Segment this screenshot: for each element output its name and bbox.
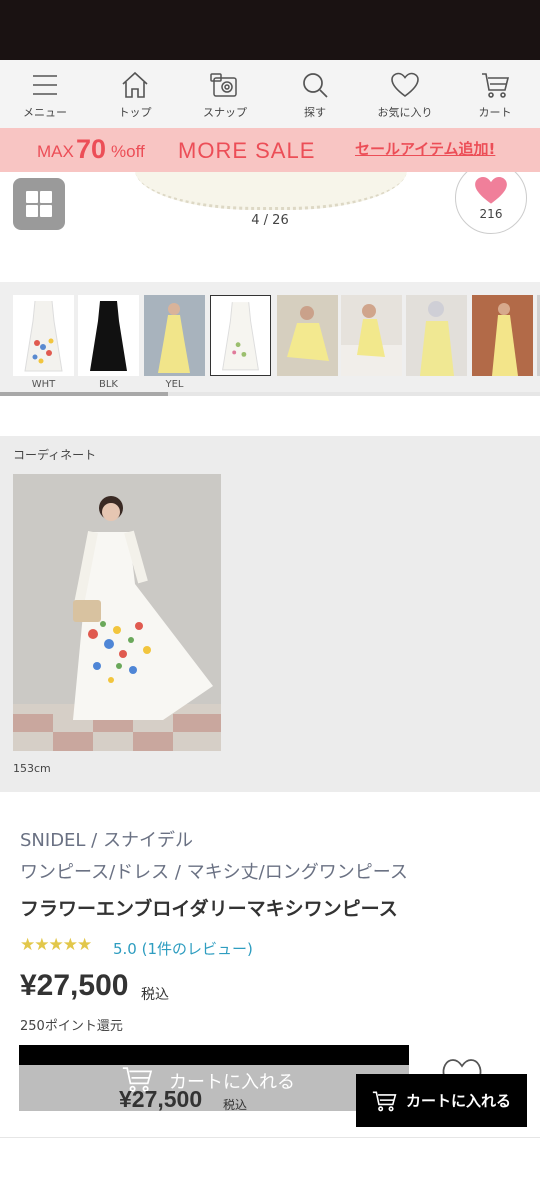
product-title: フラワーエンブロイダリーマキシワンピース [20,898,398,920]
tax-label: 税込 [141,987,169,1003]
menu-icon [33,75,57,95]
brand-link[interactable]: SNIDEL / スナイデル [20,826,193,852]
nav-cart-label: カート [478,106,512,119]
category-link[interactable]: ワンピース/ドレス / マキシ丈/ロングワンピース [20,858,408,884]
nav-search-label: 探す [304,106,326,119]
banner-sale-text: MORE SALE [178,138,316,163]
dress-hem-image [135,172,407,210]
nav-top[interactable]: トップ [90,60,180,128]
coordinate-section: コーディネート 153cm [0,436,540,792]
thumbnail-selected[interactable] [210,295,271,376]
heart-filled-icon [475,176,507,204]
thumbnail-label-yel: YEL [165,379,184,390]
nav-top-label: トップ [118,106,152,119]
nav-favorites-label: お気に入り [377,106,433,119]
thumbnail-model-4[interactable] [472,295,533,376]
nav-search[interactable]: 探す [270,60,360,128]
favorite-count: 216 [479,207,503,221]
top-navigation: メニュー トップ スナップ 探す お気に入り カート [0,60,540,128]
thumbnail-black[interactable] [78,295,139,376]
sticky-tax: 税込 [223,1098,248,1112]
grid-cell [26,191,38,203]
banner-max: MAX [37,142,74,161]
review-link[interactable]: 5.0 (1件のレビュー) [113,938,253,959]
product-main-image[interactable]: 4 / 26 216 [0,172,540,282]
rating-stars: ★★★★★ [20,935,92,955]
camera-icon [210,73,237,97]
cart-icon [482,73,510,98]
thumbnail-scrollbar[interactable] [0,392,168,396]
status-bar [0,0,540,60]
coordinate-title: コーディネート [13,448,97,462]
thumbnail-label-wht: WHT [31,379,56,390]
sale-banner[interactable]: MAX 70 %off MORE SALE セールアイテム追加! [0,128,540,172]
add-to-cart-disabled-button[interactable]: カートに入れる ¥27,500 税込 [19,1065,409,1112]
heart-icon [391,72,419,97]
thumbnail-model-3[interactable] [406,295,467,376]
banner-sale-link[interactable]: セールアイテム追加! [355,138,495,159]
thumbnail-model-2[interactable] [341,295,402,376]
product-price: ¥27,500 [20,969,129,1002]
model-height: 153cm [13,762,51,775]
nav-menu-label: メニュー [23,106,67,119]
thumbnail-strip: WHT BLK YEL [0,282,540,396]
thumbnail-yellow[interactable] [144,295,205,376]
grid-cell [40,191,52,203]
points-info: 250ポイント還元 [20,1019,123,1034]
thumbnail-model-1[interactable] [277,295,338,376]
cart-icon [372,1091,397,1111]
search-icon [303,73,328,98]
nav-snap[interactable]: スナップ [180,60,270,128]
sticky-bar-top [19,1045,409,1065]
thumbnail-white[interactable] [13,295,74,376]
banner-off: %off [111,142,145,161]
sticky-price: ¥27,500 [119,1086,203,1112]
nav-snap-label: スナップ [203,106,247,119]
banner-percent: 70 [76,134,107,164]
nav-favorites[interactable]: お気に入り [360,60,450,128]
add-to-cart-label: カートに入れる [405,1092,511,1110]
thumbnail-label-blk: BLK [99,379,118,390]
nav-cart[interactable]: カート [450,60,540,128]
add-to-cart-button[interactable]: カートに入れる [356,1074,527,1127]
coordinate-photo[interactable] [13,474,221,751]
nav-menu[interactable]: メニュー [0,60,90,128]
home-icon [122,71,148,98]
